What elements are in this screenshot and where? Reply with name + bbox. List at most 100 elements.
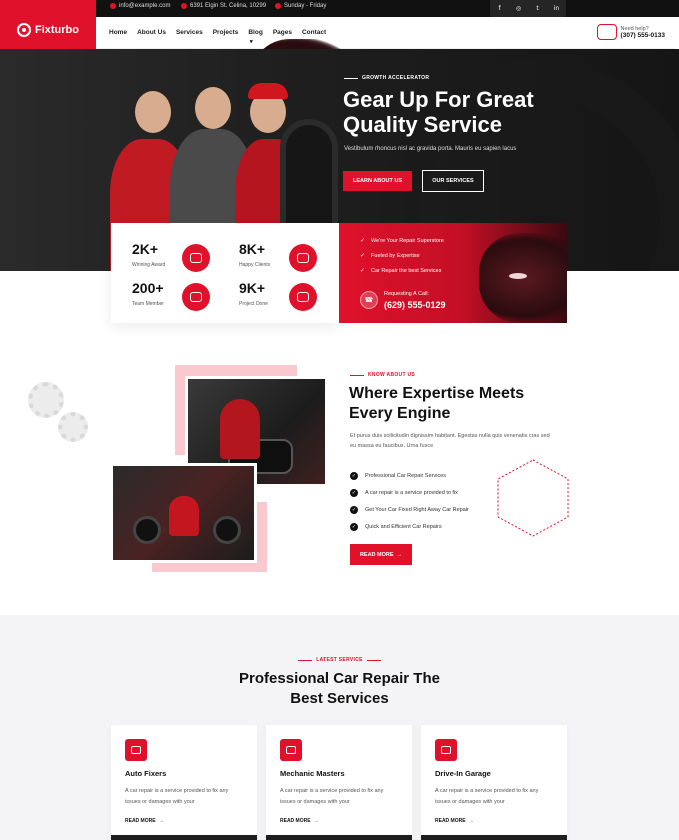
nav-item-home[interactable]: Home ▾ (109, 29, 360, 129)
check-icon: ✓ (360, 237, 366, 244)
arrow-right-icon: → (313, 818, 319, 824)
facebook-icon[interactable]: f (490, 0, 509, 17)
card-read-more-link[interactable]: READ MORE → (125, 818, 164, 824)
social-links: f ◎ t in (490, 0, 566, 17)
eyebrow-text: LATEST SERVICE (316, 657, 363, 663)
service-card[interactable]: Drive-In Garage A car repair is a servic… (421, 725, 567, 840)
list-text: A car repair is a service provided to fi… (365, 489, 458, 496)
cap (248, 83, 288, 99)
card-read-more-link[interactable]: READ MORE → (435, 818, 474, 824)
read-more-button[interactable]: READ MORE → (350, 544, 412, 565)
chat-icon (596, 24, 617, 40)
services-title: Professional Car Repair The Best Service… (0, 669, 679, 709)
nav-label: Services (175, 29, 203, 36)
card-description: A car repair is a service provided to fi… (435, 788, 539, 805)
nav-item-services[interactable]: Services ▾ (175, 29, 360, 129)
eyebrow-line (366, 659, 381, 661)
eyebrow-text: GROWTH ACCELERATOR (362, 75, 430, 81)
arrow-right-icon: → (396, 551, 403, 558)
twitter-icon[interactable]: t (528, 0, 547, 17)
stat-item: 8K+ Happy Clients (239, 241, 339, 281)
nav-label: Projects (212, 29, 239, 36)
learn-about-us-button[interactable]: LEARN ABOUT US (343, 171, 412, 191)
stat-value: 9K+ (239, 280, 266, 296)
mechanic-icon (280, 739, 302, 761)
card-description: A car repair is a service provided to fi… (280, 788, 384, 805)
stat-label: Project Done (239, 301, 268, 307)
list-item: ✓ Quick and Efficient Car Repairs (350, 518, 469, 535)
mechanic-figure (220, 399, 260, 459)
stat-label: Winning Award (132, 262, 166, 268)
arrow-right-icon: → (468, 818, 474, 824)
our-services-button[interactable]: OUR SERVICES (422, 170, 484, 192)
promo-card: ✓ We're Your Repair Superstore ✓ Fueled by… (339, 223, 567, 323)
stat-value: 200+ (132, 280, 164, 296)
nav-label: Pages (272, 29, 292, 36)
team-icon (182, 283, 210, 311)
check-icon: ✓ (360, 267, 366, 274)
help-contact[interactable]: Need help? (307) 555-0133 (596, 24, 665, 40)
services-title-text: Professional Car Repair The Best Service… (239, 670, 440, 707)
location-icon (181, 3, 187, 9)
eyebrow-text: KNOW ABOUT US (368, 372, 416, 378)
award-icon (182, 244, 210, 272)
nav-item-projects[interactable]: Projects ▾ (212, 29, 360, 129)
link-label: READ MORE (125, 818, 156, 824)
link-label: READ MORE (280, 818, 311, 824)
stat-label: Happy Clients (239, 262, 271, 268)
wheel (213, 516, 241, 544)
feature-text: Car Repair the best Services (371, 267, 442, 274)
stats-card: 2K+ Winning Award 8K+ Happy Clients 200+ Te… (111, 223, 339, 323)
mail-icon (110, 3, 116, 9)
email-info[interactable]: info@example.com (110, 3, 170, 9)
promo-feature: ✓ Car Repair the best Services (360, 267, 444, 274)
card-image-strip (266, 835, 412, 840)
nav-item-contact[interactable]: Contact (302, 29, 326, 36)
call-number[interactable]: (629) 555-0129 (384, 300, 446, 310)
about-list: ✓ Professional Car Repair Services ✓ A car… (350, 467, 469, 535)
hero-title: Gear Up For Great Quality Service (343, 87, 534, 137)
wheel (133, 516, 161, 544)
hero-eyebrow: GROWTH ACCELERATOR (344, 75, 429, 81)
list-item: ✓ Get Your Car Fixed Right Away Car Repai… (350, 501, 469, 518)
service-card[interactable]: Auto Fixers A car repair is a service pr… (111, 725, 257, 840)
arrow-right-icon: → (158, 818, 164, 824)
card-title: Mechanic Masters (280, 769, 345, 778)
car-repair-icon (125, 739, 147, 761)
eyebrow-line (350, 374, 364, 376)
address-info: 6391 Elgin St. Celina, 10299 (181, 3, 266, 9)
hero-subtitle: Vestibulum rhoncus nisl ac gravida porta… (344, 146, 517, 152)
service-card[interactable]: Mechanic Masters A car repair is a servi… (266, 725, 412, 840)
clients-icon (289, 244, 317, 272)
list-text: Quick and Efficient Car Repairs (365, 523, 442, 530)
gear-shape (28, 382, 64, 418)
services-eyebrow: LATEST SERVICE (0, 657, 679, 663)
garage-icon (435, 739, 457, 761)
eyebrow-line (344, 77, 358, 79)
nav-item-about[interactable]: About Us (137, 29, 166, 36)
card-image-strip (421, 835, 567, 840)
nav-label: Home (109, 29, 128, 36)
linkedin-icon[interactable]: in (547, 0, 566, 17)
gear-shape (58, 412, 88, 442)
stat-label: Team Member (132, 301, 164, 307)
nav-item-pages[interactable]: Pages ▾ (250, 29, 360, 129)
call-label: Requesting A Call: (384, 291, 429, 297)
check-circle-icon: ✓ (350, 471, 358, 480)
button-label: READ MORE (359, 551, 394, 558)
instagram-icon[interactable]: ◎ (509, 0, 528, 17)
card-title: Drive-In Garage (435, 769, 491, 778)
stat-value: 8K+ (239, 241, 266, 257)
gear-logo-icon (17, 23, 31, 37)
stat-item: 9K+ Project Done (239, 280, 339, 320)
card-read-more-link[interactable]: READ MORE → (280, 818, 319, 824)
nav-item-blog[interactable]: Blog ▾ (248, 29, 360, 129)
email-text: info@example.com (119, 3, 171, 9)
list-text: Get Your Car Fixed Right Away Car Repair (365, 506, 469, 513)
project-icon (289, 283, 317, 311)
about-text: Et purus duis sollicitudin dignissim hab… (350, 433, 550, 449)
card-description: A car repair is a service provided to fi… (125, 788, 229, 805)
brand-name: Fixturbo (35, 24, 79, 36)
promo-feature: ✓ Fueled by Expertise (360, 252, 444, 259)
top-bar: info@example.com 6391 Elgin St. Celina, … (0, 0, 679, 17)
